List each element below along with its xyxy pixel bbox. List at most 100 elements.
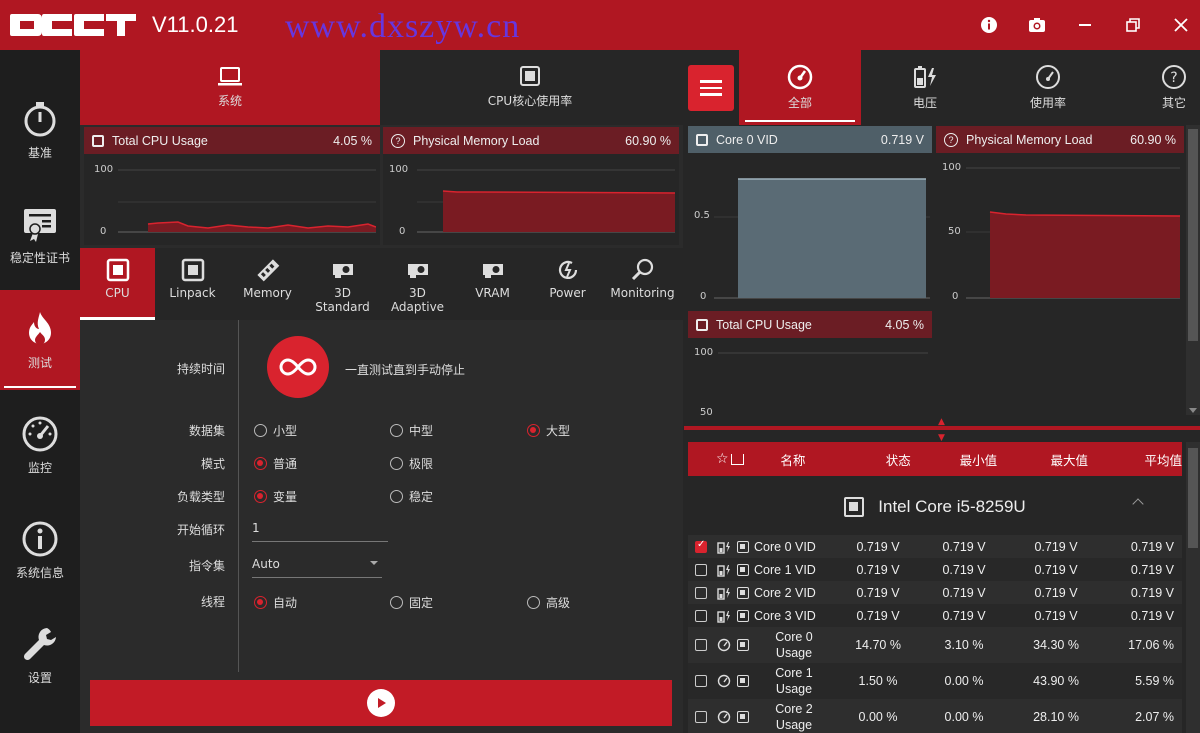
nav-monitor[interactable]: 监控 xyxy=(0,395,80,495)
test-panel: 系统 CPU核心使用率 Total CPU Usage 4.05 % 100 0 … xyxy=(80,50,683,733)
start-cycle-label: 开始循环 xyxy=(176,523,225,537)
star-icon[interactable]: ☆ xyxy=(716,451,729,467)
tab-linpack[interactable]: Linpack xyxy=(155,248,230,320)
graphs-scrollbar[interactable] xyxy=(1186,125,1200,415)
chip-icon xyxy=(737,609,749,622)
row-checkbox[interactable] xyxy=(695,639,707,651)
row-checkbox[interactable] xyxy=(695,563,707,576)
table-row[interactable]: Core 0 VID 0.719 V 0.719 V 0.719 V 0.719 V xyxy=(688,535,1182,558)
nav-benchmark[interactable]: 基准 xyxy=(0,80,80,180)
restore-icon[interactable] xyxy=(1124,16,1142,34)
row-checkbox[interactable] xyxy=(695,586,707,599)
thread-auto-radio[interactable]: 自动 xyxy=(254,594,297,611)
col-avg[interactable]: 平均值 xyxy=(1115,450,1182,469)
tab-other[interactable]: ? 其它 xyxy=(1114,50,1200,125)
splitter-bar[interactable]: ▲ ▼ xyxy=(684,418,1200,443)
radio-label: 固定 xyxy=(409,596,434,610)
chevron-up-icon[interactable] xyxy=(1132,498,1144,510)
nav-certificate[interactable]: 稳定性证书 xyxy=(0,185,80,285)
col-status[interactable]: 状态 xyxy=(864,450,933,469)
sensor-avg: 0.719 V xyxy=(1130,608,1174,623)
power-icon xyxy=(558,260,577,279)
graph-title: Core 0 VID xyxy=(716,132,778,147)
axis-partial: 50 xyxy=(700,407,713,415)
sensor-max: 28.10 % xyxy=(1033,710,1079,724)
sensor-name: Core 2 VID xyxy=(754,585,816,600)
info-icon[interactable] xyxy=(980,16,998,34)
tab-cpu[interactable]: CPU xyxy=(80,248,155,320)
infinite-duration-button[interactable] xyxy=(267,336,329,398)
row-checkbox[interactable] xyxy=(695,675,707,687)
tab-3d-standard[interactable]: 3D Standard xyxy=(305,248,380,320)
col-max[interactable]: 最大值 xyxy=(1024,450,1115,469)
mode-extreme-radio[interactable]: 极限 xyxy=(390,455,433,472)
table-scrollbar[interactable] xyxy=(1186,442,1200,733)
nav-label: 测试 xyxy=(27,355,52,370)
dataset-large-radio[interactable]: 大型 xyxy=(527,422,570,439)
load-variable-radio[interactable]: 变量 xyxy=(254,488,297,505)
table-row[interactable]: Core 0 Usage 14.70 % 3.10 % 34.30 % 17.06 % xyxy=(688,627,1182,663)
row-checkbox[interactable] xyxy=(695,711,707,723)
table-row[interactable]: Core 2 VID 0.719 V 0.719 V 0.719 V 0.719 V xyxy=(688,581,1182,604)
thread-fixed-radio[interactable]: 固定 xyxy=(390,594,433,611)
graph-title: Total CPU Usage xyxy=(112,133,208,148)
mode-normal-radio[interactable]: 普通 xyxy=(254,455,297,472)
row-checkbox[interactable] xyxy=(695,609,707,622)
col-name[interactable]: 名称 xyxy=(780,450,841,469)
axis-max: 100 xyxy=(389,164,409,175)
hamburger-menu-button[interactable] xyxy=(688,65,734,111)
memory-load-graph-right xyxy=(966,167,1180,299)
tab-voltage[interactable]: 电压 xyxy=(865,50,985,125)
table-row[interactable]: Core 1 Usage 1.50 % 0.00 % 43.90 % 5.59 % xyxy=(688,663,1182,699)
load-steady-radio[interactable]: 稳定 xyxy=(390,488,433,505)
laptop-icon xyxy=(218,67,242,86)
thread-label: 线程 xyxy=(200,595,225,609)
tab-3d-adaptive[interactable]: 3D Adaptive xyxy=(380,248,455,320)
dataset-medium-radio[interactable]: 中型 xyxy=(390,422,433,439)
tab-usage[interactable]: 使用率 xyxy=(988,50,1108,125)
tab-all-sensors[interactable]: 全部 xyxy=(739,50,861,125)
tab-label: Memory xyxy=(243,286,292,300)
tab-cpu-core-usage[interactable]: CPU核心使用率 xyxy=(380,50,680,125)
nav-settings[interactable]: 设置 xyxy=(0,605,80,705)
tab-system[interactable]: 系统 xyxy=(80,50,380,125)
dashboard-icon xyxy=(787,64,813,90)
sensor-min: 0.719 V xyxy=(942,562,986,577)
graph-title: Physical Memory Load xyxy=(966,132,1093,147)
dataset-small-radio[interactable]: 小型 xyxy=(254,422,297,439)
tab-monitoring[interactable]: Monitoring xyxy=(605,248,680,320)
axis-max: 0.5 xyxy=(694,210,710,221)
nav-sysinfo[interactable]: 系统信息 xyxy=(0,500,80,600)
chip-icon xyxy=(696,133,708,146)
sensor-name: Core 3 VID xyxy=(754,608,816,623)
nav-label: 稳定性证书 xyxy=(9,250,70,265)
thread-advanced-radio[interactable]: 高级 xyxy=(527,594,570,611)
minimize-icon[interactable] xyxy=(1076,16,1094,34)
row-checkbox[interactable] xyxy=(695,539,707,553)
tab-vram[interactable]: VRAM xyxy=(455,248,530,320)
certificate-icon xyxy=(24,208,56,242)
tab-label: CPU核心使用率 xyxy=(487,94,573,108)
col-min[interactable]: 最小值 xyxy=(933,450,1024,469)
table-row[interactable]: Core 1 VID 0.719 V 0.719 V 0.719 V 0.719 V xyxy=(688,558,1182,581)
start-test-button[interactable] xyxy=(90,680,672,726)
display-icon[interactable] xyxy=(730,453,745,465)
svg-text:?: ? xyxy=(1170,70,1177,86)
close-icon[interactable] xyxy=(1172,16,1190,34)
sensor-name: Core 1 VID xyxy=(754,562,816,577)
nav-test[interactable]: 测试 xyxy=(0,290,80,390)
chip-icon xyxy=(737,540,749,553)
instruction-set-select[interactable]: Auto xyxy=(252,557,382,578)
chip-icon xyxy=(106,258,129,282)
camera-icon[interactable] xyxy=(1028,16,1046,34)
tab-memory[interactable]: Memory xyxy=(230,248,305,320)
table-row[interactable]: Core 3 VID 0.719 V 0.719 V 0.719 V 0.719 V xyxy=(688,604,1182,627)
tab-power[interactable]: Power xyxy=(530,248,605,320)
sensor-max: 43.90 % xyxy=(1033,674,1079,688)
cpu-group-header[interactable]: Intel Core i5-8259U xyxy=(688,476,1182,538)
monitoring-panel: 全部 电压 使用率 ? 其它 Core 0 VID 0.719 V 0.5 0 xyxy=(684,50,1200,733)
sensor-status: 0.719 V xyxy=(856,608,900,623)
table-row[interactable]: Core 2 Usage 0.00 % 0.00 % 28.10 % 2.07 % xyxy=(688,699,1182,733)
start-cycle-input[interactable]: 1 xyxy=(252,521,388,542)
left-nav: 基准 稳定性证书 测试 监控 系统信息 设置 xyxy=(0,50,80,733)
